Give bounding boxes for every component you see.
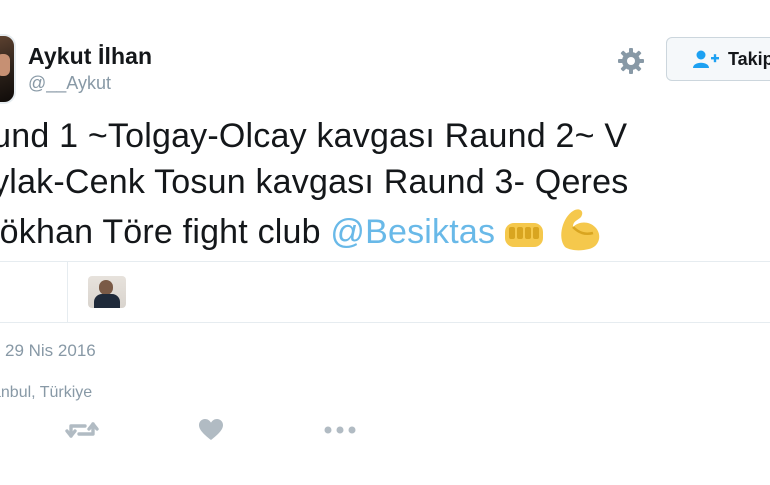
like-icon[interactable] <box>198 418 224 447</box>
divider <box>0 261 770 262</box>
user-handle[interactable]: @__Aykut <box>28 73 111 94</box>
retweet-icon[interactable] <box>65 418 99 447</box>
follow-button-label: Takip et <box>728 48 770 69</box>
liker-avatar[interactable] <box>88 276 126 308</box>
tweet-text: Gökhan Töre fight club <box>0 213 331 251</box>
divider <box>0 322 770 323</box>
tweet-timestamp[interactable]: 29 Nis 2016 <box>5 341 96 361</box>
fist-emoji <box>503 219 547 260</box>
gear-icon[interactable] <box>615 45 647 77</box>
tweet-location[interactable]: anbul, Türkiye <box>0 384 92 402</box>
mention-link[interactable]: @Besiktas <box>330 213 495 251</box>
divider <box>67 262 68 322</box>
follow-button[interactable]: Takip et <box>666 37 770 81</box>
add-user-icon <box>693 50 719 68</box>
avatar[interactable] <box>0 34 16 104</box>
more-icon[interactable] <box>322 418 358 447</box>
tweet-text-line: aylak-Cenk Tosun kavgası Raund 3- Qeres <box>0 163 629 201</box>
tweet-text-line: Gökhan Töre fight club @Besiktas <box>0 207 605 260</box>
tweet-text-line: aund 1 ~Tolgay-Olcay kavgası Raund 2~ V <box>0 117 628 155</box>
flexed-biceps-emoji <box>555 207 605 260</box>
display-name[interactable]: Aykut İlhan <box>28 43 152 70</box>
